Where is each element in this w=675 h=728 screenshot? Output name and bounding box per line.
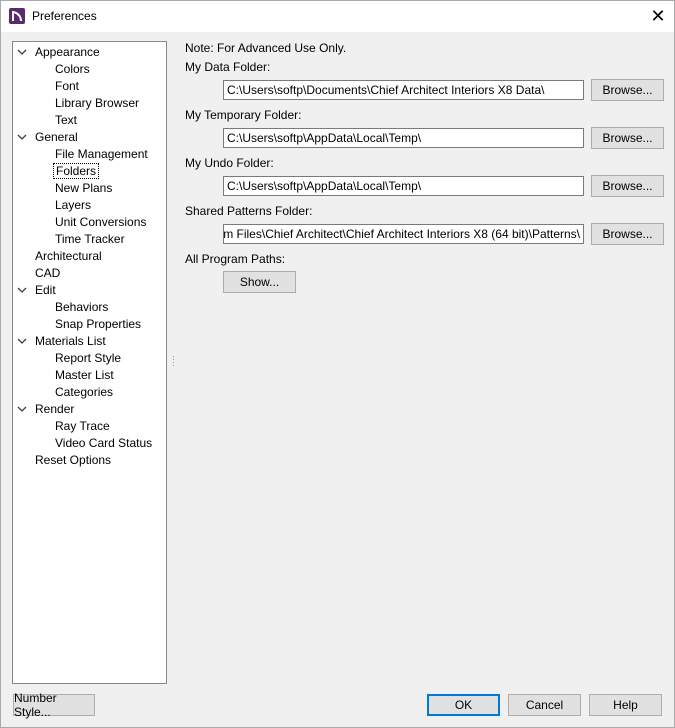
close-icon[interactable]: ✕ [642, 1, 674, 32]
tree-item-layers[interactable]: Layers [53, 197, 93, 213]
title-bar: Preferences ✕ [1, 1, 674, 32]
ok-button[interactable]: OK [427, 694, 500, 716]
number-style-button[interactable]: Number Style... [13, 691, 95, 719]
tree-item-time-tracker[interactable]: Time Tracker [53, 231, 127, 247]
advanced-note: Note: For Advanced Use Only. [185, 41, 347, 55]
tree-item-reset-options[interactable]: Reset Options [33, 452, 113, 468]
tree-item-new-plans[interactable]: New Plans [53, 180, 114, 196]
expand-chevron-icon[interactable] [16, 284, 28, 296]
data-folder-browse-button[interactable]: Browse... [591, 79, 664, 101]
temp-folder-field[interactable]: C:\Users\softp\AppData\Local\Temp\ [223, 128, 584, 148]
chief-architect-app-icon [9, 8, 25, 24]
tree-item-categories[interactable]: Categories [53, 384, 115, 400]
data-folder-label: My Data Folder: [185, 60, 271, 74]
tree-item-library-browser[interactable]: Library Browser [53, 95, 141, 111]
expand-chevron-icon[interactable] [16, 403, 28, 415]
patterns-folder-label: Shared Patterns Folder: [185, 204, 313, 218]
temp-folder-label: My Temporary Folder: [185, 108, 302, 122]
expand-chevron-icon[interactable] [16, 335, 28, 347]
tree-item-master-list[interactable]: Master List [53, 367, 116, 383]
category-tree[interactable]: Appearance Colors Font Library Browser Text G… [12, 41, 167, 684]
patterns-folder-browse-button[interactable]: Browse... [591, 223, 664, 245]
tree-item-colors[interactable]: Colors [53, 61, 92, 77]
patterns-folder-field[interactable]: Program Files\Chief Architect\Chief Arch… [223, 224, 584, 244]
tree-item-font[interactable]: Font [53, 78, 81, 94]
tree-item-unit-conversions[interactable]: Unit Conversions [53, 214, 148, 230]
tree-item-architectural[interactable]: Architectural [33, 248, 104, 264]
undo-folder-label: My Undo Folder: [185, 156, 274, 170]
preferences-window: Preferences ✕ Appearance Colors Font Librar… [0, 0, 675, 728]
temp-folder-browse-button[interactable]: Browse... [591, 127, 664, 149]
help-button[interactable]: Help [589, 694, 662, 716]
tree-item-behaviors[interactable]: Behaviors [53, 299, 110, 315]
tree-item-video-card-status[interactable]: Video Card Status [53, 435, 154, 451]
expand-chevron-icon[interactable] [16, 46, 28, 58]
tree-item-general[interactable]: General [33, 129, 80, 145]
all-program-paths-label: All Program Paths: [185, 252, 286, 266]
undo-folder-browse-button[interactable]: Browse... [591, 175, 664, 197]
tree-item-appearance[interactable]: Appearance [33, 44, 102, 60]
cancel-button[interactable]: Cancel [508, 694, 581, 716]
window-title: Preferences [32, 9, 97, 23]
data-folder-field[interactable]: C:\Users\softp\Documents\Chief Architect… [223, 80, 584, 100]
tree-item-file-management[interactable]: File Management [53, 146, 150, 162]
tree-item-render[interactable]: Render [33, 401, 76, 417]
expand-chevron-icon[interactable] [16, 131, 28, 143]
tree-item-materials-list[interactable]: Materials List [33, 333, 108, 349]
tree-item-report-style[interactable]: Report Style [53, 350, 123, 366]
splitter-handle[interactable] [173, 356, 175, 370]
tree-item-folders[interactable]: Folders [53, 163, 100, 179]
show-paths-button[interactable]: Show... [223, 271, 296, 293]
tree-item-cad[interactable]: CAD [33, 265, 62, 281]
tree-item-snap-properties[interactable]: Snap Properties [53, 316, 143, 332]
tree-item-ray-trace[interactable]: Ray Trace [53, 418, 112, 434]
undo-folder-field[interactable]: C:\Users\softp\AppData\Local\Temp\ [223, 176, 584, 196]
tree-item-edit[interactable]: Edit [33, 282, 58, 298]
tree-item-text[interactable]: Text [53, 112, 79, 128]
